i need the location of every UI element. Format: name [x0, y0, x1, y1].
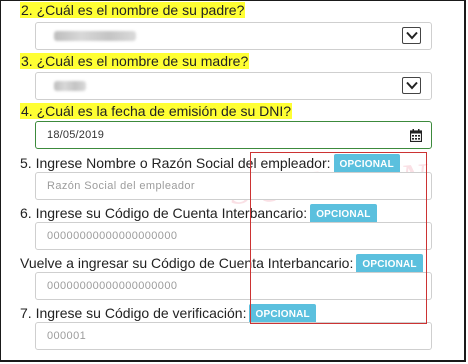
question-dni-date-label: 4. ¿Cuál es la fecha de emisión de su DN… — [20, 103, 293, 119]
dni-issue-date-input[interactable]: 18/05/2019 — [35, 121, 432, 149]
dni-issue-date-value: 18/05/2019 — [47, 129, 105, 141]
calendar-icon[interactable] — [409, 129, 423, 147]
cci-confirm-placeholder: 00000000000000000000 — [47, 280, 178, 292]
question-mother-name-label: 3. ¿Cuál es el nombre de su madre? — [20, 53, 250, 69]
annotation-highlight-box — [250, 152, 427, 324]
mother-name-select[interactable] — [35, 72, 432, 100]
question-mother-name: 3. ¿Cuál es el nombre de su madre? — [20, 53, 250, 70]
chevron-down-icon[interactable] — [402, 77, 421, 94]
question-father-name-label: 2. ¿Cuál es el nombre de su padre? — [20, 2, 246, 18]
redacted-value — [54, 81, 86, 91]
chevron-down-icon[interactable] — [402, 27, 421, 44]
question-verification-code-label: 7. Ingrese su Código de verificación: — [20, 305, 247, 321]
cci-placeholder: 00000000000000000000 — [47, 230, 178, 242]
employer-name-placeholder: Razón Social del empleador — [47, 180, 195, 192]
verification-code-input[interactable]: 000001 — [35, 322, 432, 350]
redacted-value — [54, 31, 136, 41]
verification-code-placeholder: 000001 — [47, 330, 87, 342]
question-father-name: 2. ¿Cuál es el nombre de su padre? — [20, 2, 246, 19]
question-dni-date: 4. ¿Cuál es la fecha de emisión de su DN… — [20, 103, 293, 120]
father-name-select[interactable] — [35, 22, 432, 50]
